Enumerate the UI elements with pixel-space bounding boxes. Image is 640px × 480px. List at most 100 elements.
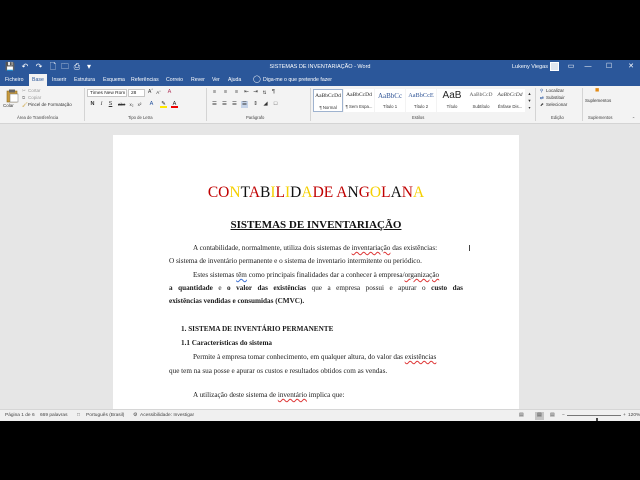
- strikethrough-icon[interactable]: abc: [118, 101, 125, 108]
- editing-group-label: Edição: [551, 115, 564, 120]
- text-effects-icon[interactable]: A: [148, 101, 155, 108]
- paragraph-line: que tem na sua posse e apurar os custos …: [169, 367, 388, 375]
- tab-rever[interactable]: Rever: [191, 74, 205, 86]
- borders-icon[interactable]: □: [272, 101, 279, 108]
- ribbon-display-icon[interactable]: ▭: [564, 61, 578, 73]
- word-count[interactable]: 669 palavras: [40, 412, 67, 420]
- style-normal[interactable]: AaBbCcDd ¶ Normal: [313, 89, 343, 112]
- increase-indent-icon[interactable]: ⇥: [252, 89, 259, 96]
- tell-me-search[interactable]: Diga-me o que pretende fazer: [263, 74, 332, 86]
- title-letter: A: [301, 184, 313, 201]
- document-page[interactable]: CONTABILIDADE ANGOLANA SISTEMAS DE INVEN…: [113, 135, 519, 421]
- style-heading-1[interactable]: AaBbCc Título 1: [375, 89, 405, 112]
- style-preview: AaBbCcD: [469, 92, 493, 98]
- highlight-color-icon[interactable]: ✎: [160, 101, 167, 108]
- style-preview: AaBbCc: [377, 92, 403, 100]
- title-letter: A: [248, 184, 261, 201]
- close-button[interactable]: ✕: [624, 61, 638, 73]
- tab-correio[interactable]: Correio: [166, 74, 183, 86]
- style-name: Ênfase Dis...: [497, 104, 523, 109]
- zoom-in-icon[interactable]: +: [623, 412, 626, 420]
- title-letter: E: [323, 184, 334, 201]
- shrink-font-icon[interactable]: Aˇ: [155, 89, 162, 96]
- tab-estrutura[interactable]: Estrutura: [74, 74, 95, 86]
- styles-group-label: Estilos: [412, 115, 425, 120]
- paragraph-line: O sistema de inventário permanente e o s…: [169, 257, 422, 265]
- group-divider: [206, 88, 207, 121]
- tab-ajuda[interactable]: Ajuda: [228, 74, 241, 86]
- document-title: CONTABILIDADE ANGOLANA: [113, 184, 519, 202]
- find-button[interactable]: Localizar: [546, 88, 564, 94]
- tab-ver[interactable]: Ver: [212, 74, 220, 86]
- select-icon: ⬈: [540, 102, 544, 107]
- subscript-icon[interactable]: x₂: [128, 101, 135, 108]
- proofing-icon[interactable]: □: [77, 412, 80, 420]
- avatar[interactable]: [550, 62, 559, 71]
- copy-button[interactable]: Copiar: [28, 95, 41, 101]
- underline-button[interactable]: S: [107, 101, 114, 108]
- user-name[interactable]: Lukeny Viegas: [512, 62, 548, 72]
- print-layout-icon[interactable]: ▤: [535, 412, 544, 420]
- font-size-select[interactable]: 28: [128, 89, 145, 97]
- justify-icon[interactable]: ☰: [241, 101, 248, 108]
- decrease-indent-icon[interactable]: ⇤: [243, 89, 250, 96]
- replace-button[interactable]: Substituir: [546, 95, 565, 101]
- font-family-select[interactable]: Times New Rom: [87, 89, 127, 97]
- group-divider: [310, 88, 311, 121]
- align-right-icon[interactable]: ☰: [231, 101, 238, 108]
- collapse-ribbon-icon[interactable]: ⌃: [630, 115, 637, 122]
- accessibility-status[interactable]: Acessibilidade: Investigar: [140, 412, 194, 420]
- style-heading-2[interactable]: AaBbCcE Título 2: [406, 89, 436, 112]
- line-spacing-icon[interactable]: ⇕: [252, 101, 259, 108]
- style-title[interactable]: AaB Título: [437, 89, 467, 112]
- styles-scroll-down-icon[interactable]: ▼: [526, 97, 533, 104]
- sort-icon[interactable]: ⇅: [261, 89, 268, 96]
- styles-scroll-up-icon[interactable]: ▲: [526, 90, 533, 97]
- page-count[interactable]: Página 1 de 6: [5, 412, 35, 420]
- style-subtitle[interactable]: AaBbCcD Subtítulo: [466, 89, 496, 112]
- zoom-level[interactable]: 120%: [628, 412, 640, 420]
- tab-inserir[interactable]: Inserir: [52, 74, 66, 86]
- zoom-slider-thumb[interactable]: [595, 418, 598, 421]
- clear-formatting-icon[interactable]: A: [166, 89, 173, 96]
- addins-button[interactable]: Suplementos: [585, 98, 611, 104]
- tab-esquema[interactable]: Esquema: [103, 74, 125, 86]
- format-painter-button[interactable]: Pincel de Formatação: [28, 102, 72, 108]
- focus-mode-icon[interactable]: ▤: [519, 412, 524, 420]
- web-layout-icon[interactable]: ▤: [550, 412, 555, 420]
- tab-referencias[interactable]: Referências: [131, 74, 159, 86]
- status-bar: Página 1 de 6 669 palavras □ Português (…: [0, 409, 640, 421]
- italic-button[interactable]: I: [98, 101, 105, 108]
- style-name: Título: [446, 104, 458, 109]
- multilevel-list-icon[interactable]: ≡: [233, 89, 240, 96]
- superscript-icon[interactable]: x²: [136, 101, 143, 108]
- pilcrow-icon[interactable]: ¶: [270, 89, 277, 96]
- bullets-icon[interactable]: ≡: [211, 89, 218, 96]
- cut-button[interactable]: Cortar: [28, 88, 41, 94]
- zoom-out-icon[interactable]: −: [562, 412, 565, 420]
- heading-1: 1. SISTEMA DE INVENTÁRIO PERMANENTE: [181, 325, 334, 333]
- title-letter: B: [260, 184, 271, 201]
- font-group-label: Tipo de Letra: [128, 115, 153, 120]
- maximize-button[interactable]: ☐: [602, 61, 616, 73]
- tab-ficheiro[interactable]: Ficheiro: [5, 74, 23, 86]
- paste-button[interactable]: Colar: [3, 88, 20, 114]
- minimize-button[interactable]: —: [581, 61, 595, 73]
- styles-more-icon[interactable]: ▾: [526, 104, 533, 111]
- style-preview: AaBbCcDd: [497, 92, 523, 98]
- align-left-icon[interactable]: ☰: [211, 101, 218, 108]
- brush-icon: 🖌: [22, 102, 28, 107]
- language[interactable]: Português (Brasil): [86, 412, 124, 420]
- style-preview: AaB: [442, 90, 462, 101]
- bold-button[interactable]: N: [89, 101, 96, 108]
- zoom-slider[interactable]: [567, 415, 621, 421]
- tab-base[interactable]: Base: [29, 74, 47, 86]
- grow-font-icon[interactable]: Aˆ: [147, 89, 154, 96]
- numbering-icon[interactable]: ≡: [222, 89, 229, 96]
- align-center-icon[interactable]: ☰: [221, 101, 228, 108]
- font-color-icon[interactable]: A: [171, 101, 178, 108]
- shading-icon[interactable]: ◢: [262, 101, 269, 108]
- select-button[interactable]: Selecionar: [546, 102, 567, 108]
- style-no-spacing[interactable]: AaBbCcDd ¶ Sem Espa...: [344, 89, 374, 112]
- style-subtle-emphasis[interactable]: AaBbCcDd Ênfase Dis...: [495, 89, 525, 112]
